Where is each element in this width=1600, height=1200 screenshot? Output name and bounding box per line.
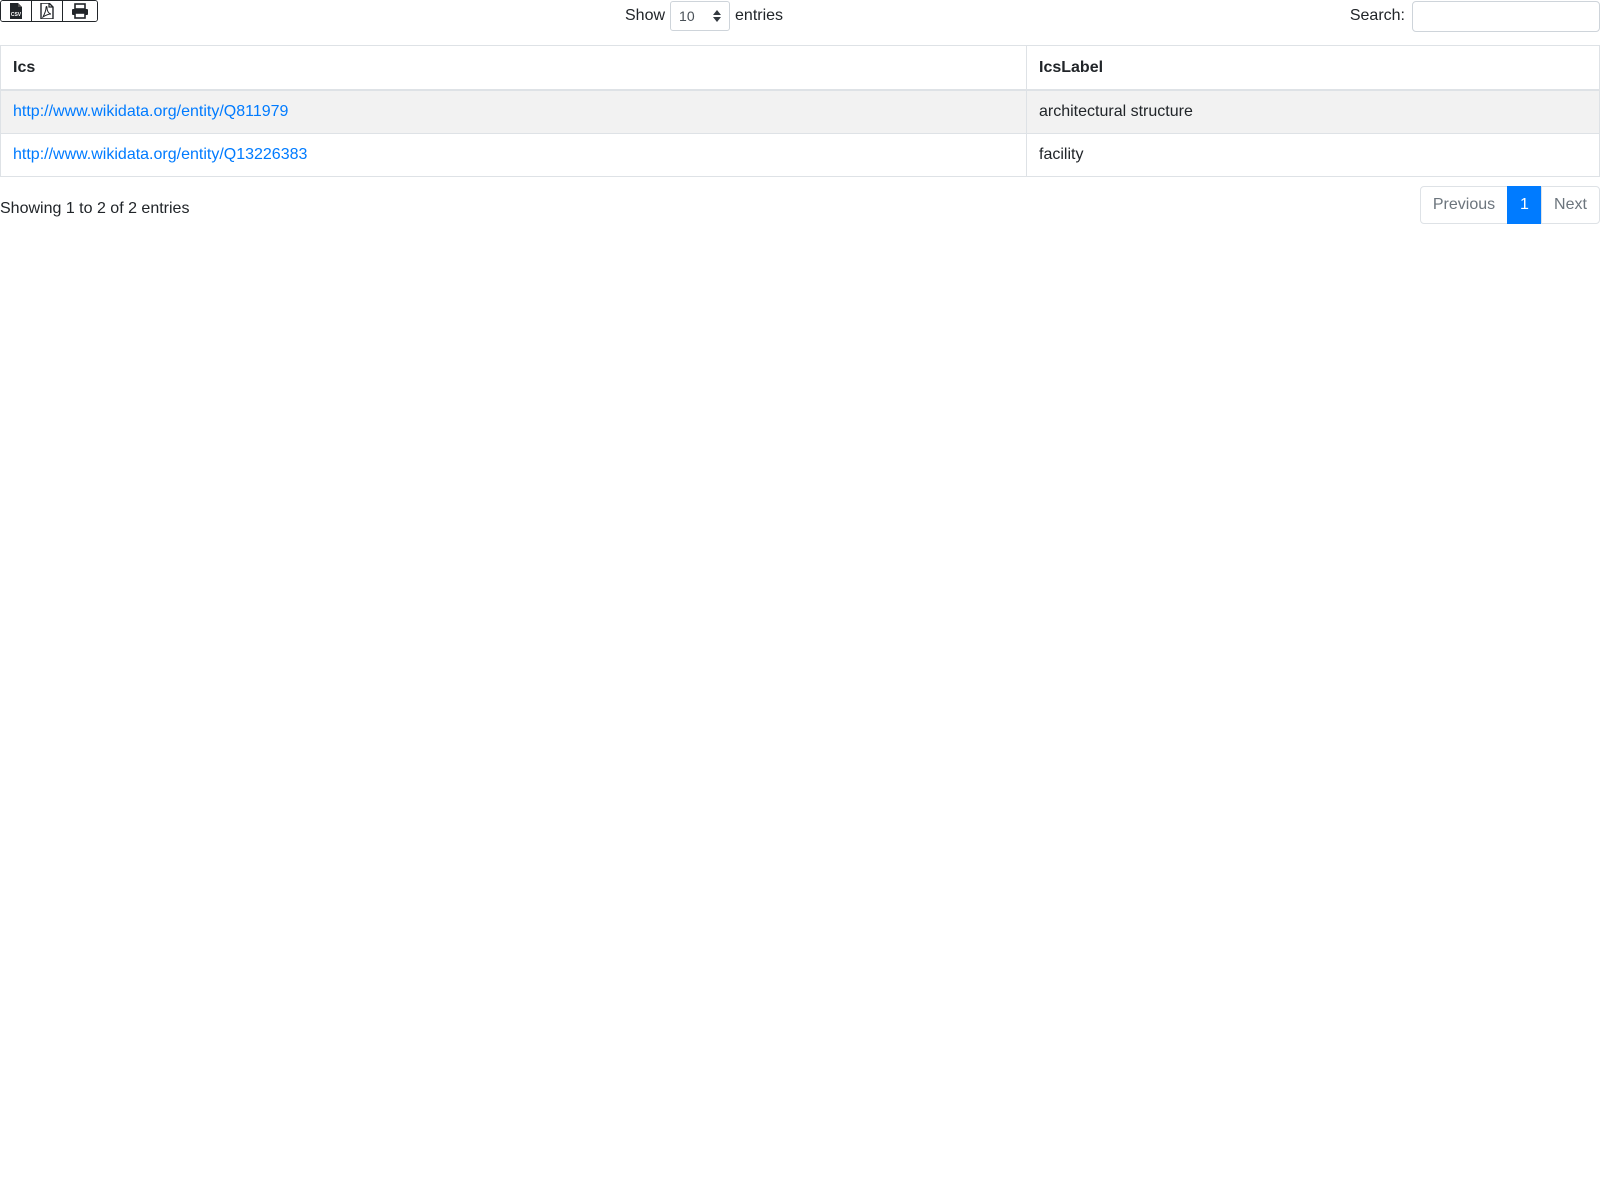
- csv-file-icon: CSV: [10, 3, 22, 19]
- svg-text:CSV: CSV: [11, 12, 22, 18]
- export-csv-button[interactable]: CSV: [1, 1, 32, 21]
- sort-arrows-icon: [713, 10, 722, 22]
- table-cell-label: facility: [1026, 133, 1600, 177]
- page: CSV Show 10 entries Search: Ics IcsLabel…: [0, 0, 1600, 1200]
- table-cell-ics: http://www.wikidata.org/entity/Q13226383: [0, 133, 1027, 177]
- table-cell-label: architectural structure: [1026, 89, 1600, 134]
- table-cell-ics: http://www.wikidata.org/entity/Q811979: [0, 89, 1027, 134]
- page-length-select[interactable]: 10: [670, 1, 731, 31]
- previous-page-button[interactable]: Previous: [1420, 186, 1508, 224]
- pagination: Previous 1 Next: [1420, 186, 1600, 224]
- print-icon: [72, 3, 88, 19]
- column-header-icslabel[interactable]: IcsLabel: [1026, 45, 1600, 91]
- table-info: Showing 1 to 2 of 2 entries: [0, 200, 190, 217]
- export-pdf-button[interactable]: [32, 1, 63, 21]
- length-suffix-label: entries: [735, 7, 784, 24]
- page-length-control: Show 10 entries: [625, 0, 783, 32]
- next-page-button[interactable]: Next: [1541, 186, 1600, 224]
- table-row: http://www.wikidata.org/entity/Q13226383…: [0, 133, 1600, 177]
- pdf-file-icon: [40, 3, 54, 19]
- page-1-button[interactable]: 1: [1507, 186, 1542, 224]
- table-header-row: Ics IcsLabel: [0, 45, 1600, 91]
- column-header-ics[interactable]: Ics: [0, 45, 1027, 91]
- search-control: Search:: [1350, 0, 1600, 32]
- table-row: http://www.wikidata.org/entity/Q811979 a…: [0, 89, 1600, 134]
- search-input[interactable]: [1412, 0, 1600, 32]
- search-label: Search:: [1349, 7, 1405, 24]
- entity-link[interactable]: http://www.wikidata.org/entity/Q811979: [13, 103, 288, 120]
- export-button-group: CSV: [0, 0, 98, 22]
- entity-link[interactable]: http://www.wikidata.org/entity/Q13226383: [13, 146, 307, 163]
- results-table: Ics IcsLabel http://www.wikidata.org/ent…: [0, 45, 1600, 177]
- page-length-value: 10: [679, 8, 695, 24]
- print-button[interactable]: [63, 1, 97, 21]
- length-prefix-label: Show: [625, 7, 666, 24]
